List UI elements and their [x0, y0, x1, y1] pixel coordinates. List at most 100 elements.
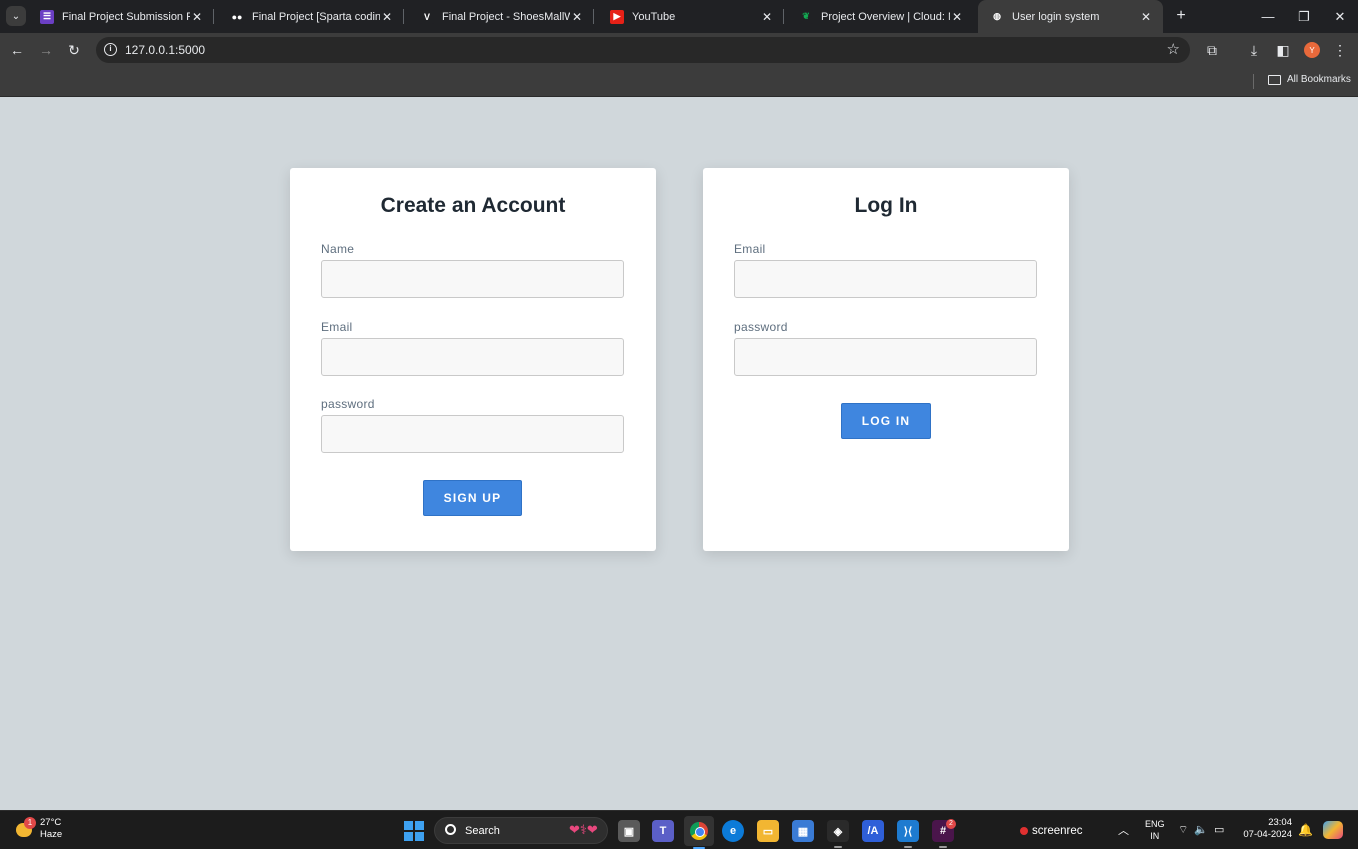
weather-description: Haze: [40, 829, 63, 840]
tab-close-icon[interactable]: ✕: [950, 10, 964, 24]
login-email-label: Email: [734, 242, 766, 256]
edge-icon[interactable]: e: [722, 820, 744, 842]
chrome-taskbar-icon[interactable]: [684, 816, 714, 849]
download-icon[interactable]: ⤓: [1244, 40, 1264, 60]
address-bar[interactable]: i 127.0.0.1:5000 ☆: [96, 37, 1190, 63]
tab-search-chevron-icon[interactable]: ⌄: [6, 6, 26, 26]
site-info-icon[interactable]: i: [104, 43, 117, 56]
reload-icon[interactable]: ↻: [63, 39, 85, 61]
search-icon: [445, 824, 456, 835]
tab-title: Final Project Submission Form: [62, 10, 190, 23]
tray-wifi-volume-battery-icons[interactable]: ⌔🔈▭: [1178, 823, 1230, 837]
windows-taskbar: 1 27°C Haze Search ❤⚕❤ ▣ T e ▭ ▦ ◈ /A ⟩⟨…: [0, 810, 1358, 849]
tab-strip: ⌄ ☰Final Project Submission Form✕●●Final…: [0, 0, 1358, 33]
restore-icon[interactable]: ❐: [1286, 0, 1322, 33]
browser-tab[interactable]: ▶ YouTube ✕: [598, 0, 784, 33]
browser-tab[interactable]: ❦ Project Overview | Cloud: MongoDB✕: [787, 0, 974, 33]
signup-email-input[interactable]: [321, 338, 624, 376]
globe-icon: ◍: [990, 9, 1004, 24]
weather-widget[interactable]: 1 27°C Haze: [14, 817, 62, 841]
tab-separator: [593, 9, 594, 24]
microsoft-store-icon[interactable]: ▦: [792, 820, 814, 842]
weather-badge: 1: [24, 817, 36, 829]
tab-separator: [403, 9, 404, 24]
tab-close-icon[interactable]: ✕: [1139, 10, 1153, 24]
signup-button[interactable]: SIGN UP: [423, 480, 522, 516]
tab-close-icon[interactable]: ✕: [380, 10, 394, 24]
tab-title: User login system: [1012, 10, 1100, 23]
profile-avatar[interactable]: Y: [1304, 42, 1320, 58]
windows-start-icon[interactable]: [404, 821, 424, 841]
browser-toolbar: ← → ↻ i 127.0.0.1:5000 ☆ ⧉ ⤓ ◧ ⋮: [0, 33, 1358, 67]
folder-icon: [1268, 74, 1281, 85]
taskbar-clock[interactable]: 23:04 07-04-2024: [1240, 817, 1292, 841]
tab-close-icon[interactable]: ✕: [190, 10, 204, 24]
tab-title: YouTube: [632, 10, 676, 23]
url-text[interactable]: 127.0.0.1:5000: [125, 43, 205, 57]
vercel-v-icon: V: [420, 9, 434, 24]
bookmark-star-icon[interactable]: ☆: [1167, 40, 1180, 58]
mongodb-compass-icon[interactable]: /A: [862, 820, 884, 842]
copilot-icon[interactable]: [1323, 821, 1343, 839]
forward-arrow-icon[interactable]: →: [35, 39, 57, 61]
all-bookmarks-button[interactable]: All Bookmarks: [1268, 74, 1351, 85]
bookmarks-bar: All Bookmarks: [0, 67, 1358, 97]
tab-title: Final Project [Sparta coding club: [252, 10, 380, 23]
browser-tab[interactable]: ●● Final Project [Sparta coding club✕: [218, 0, 404, 33]
signup-title: Create an Account: [380, 194, 566, 217]
weather-temperature: 27°C: [40, 817, 62, 828]
browser-tab[interactable]: V Final Project - ShoesMallWebsite✕: [408, 0, 594, 33]
browser-tab[interactable]: ◍ User login system ✕: [978, 0, 1163, 33]
tray-overflow-chevron-icon[interactable]: ︿: [1118, 822, 1129, 838]
clock-time: 23:04: [1268, 817, 1292, 828]
back-arrow-icon[interactable]: ←: [6, 39, 28, 61]
vscode-icon[interactable]: ⟩⟨: [897, 820, 919, 848]
login-title: Log In: [854, 194, 918, 217]
medium-icon: ●●: [230, 9, 244, 24]
close-window-icon[interactable]: ✕: [1322, 0, 1358, 33]
kebab-menu-icon[interactable]: ⋮: [1330, 40, 1350, 60]
clock-date: 07-04-2024: [1243, 829, 1292, 840]
signup-password-input[interactable]: [321, 415, 624, 453]
login-password-label: password: [734, 320, 788, 334]
unity-icon[interactable]: ◈: [827, 820, 849, 848]
signup-password-label: password: [321, 397, 375, 411]
new-tab-plus-icon[interactable]: +: [1172, 7, 1190, 25]
screenrec-label: screenrec: [1032, 825, 1083, 837]
teams-icon[interactable]: T: [652, 820, 674, 842]
bookmarks-divider: [1253, 74, 1254, 89]
search-highlight-hearts-icon: ❤⚕❤: [569, 822, 598, 837]
login-button[interactable]: LOG IN: [841, 403, 931, 439]
slack-notification-badge: 2: [946, 819, 956, 829]
minimize-icon[interactable]: —: [1250, 0, 1286, 33]
tab-separator: [783, 9, 784, 24]
taskbar-search-label: Search: [465, 825, 500, 837]
file-explorer-icon[interactable]: ▭: [757, 820, 779, 842]
tab-close-icon[interactable]: ✕: [760, 10, 774, 24]
signup-email-label: Email: [321, 320, 353, 334]
language-indicator[interactable]: ENG IN: [1145, 818, 1165, 842]
all-bookmarks-label: All Bookmarks: [1287, 74, 1351, 85]
side-panel-icon[interactable]: ◧: [1273, 40, 1293, 60]
signup-card: Create an Account Name Email password SI…: [290, 168, 656, 551]
screenrec-indicator[interactable]: screenrec: [1020, 825, 1083, 837]
extensions-puzzle-icon[interactable]: ⧉: [1202, 40, 1222, 60]
login-email-input[interactable]: [734, 260, 1037, 298]
tab-separator: [213, 9, 214, 24]
browser-tab[interactable]: ☰ Final Project Submission Form✕: [28, 0, 214, 33]
weather-haze-icon: 1: [14, 817, 36, 839]
form-icon: ☰: [40, 9, 54, 24]
mongodb-leaf-icon: ❦: [799, 9, 813, 24]
login-card: Log In Email password LOG IN: [703, 168, 1069, 551]
notification-bell-icon[interactable]: 🔔: [1298, 823, 1313, 837]
youtube-icon: ▶: [610, 9, 624, 24]
language-code: ENG: [1145, 819, 1165, 829]
tab-title: Final Project - ShoesMallWebsite: [442, 10, 570, 23]
recording-dot-icon: [1020, 827, 1028, 835]
tab-title: Project Overview | Cloud: MongoDB: [821, 10, 950, 23]
taskbar-search-box[interactable]: Search ❤⚕❤: [434, 817, 608, 844]
tab-close-icon[interactable]: ✕: [570, 10, 584, 24]
signup-name-input[interactable]: [321, 260, 624, 298]
task-view-icon[interactable]: ▣: [618, 820, 640, 842]
login-password-input[interactable]: [734, 338, 1037, 376]
